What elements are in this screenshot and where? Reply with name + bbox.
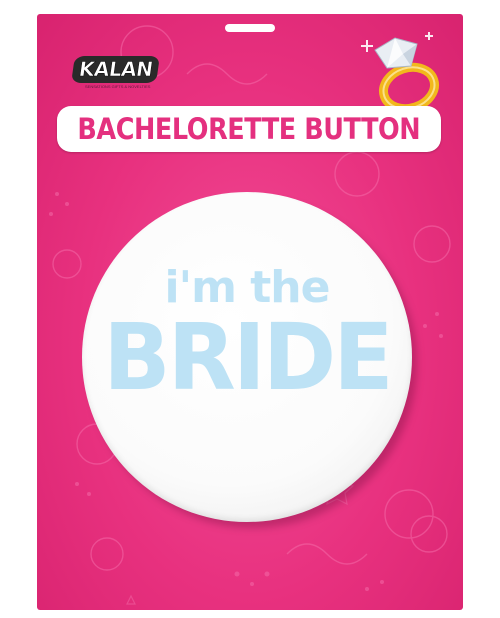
bride-badge: i'm the BRIDE <box>82 192 412 522</box>
diamond-ring-icon <box>361 32 439 114</box>
product-photo: KALAN SENSATIONS GIFTS & NOVELTIES BACHE… <box>0 0 500 618</box>
badge-line-2: BRIDE <box>103 304 393 411</box>
logo-tagline: SENSATIONS GIFTS & NOVELTIES <box>85 84 151 89</box>
title-plate: BACHELORETTE BUTTON <box>57 106 441 152</box>
product-title: BACHELORETTE BUTTON <box>77 112 421 146</box>
packaging-card: KALAN SENSATIONS GIFTS & NOVELTIES BACHE… <box>37 14 463 610</box>
logo-wordmark: KALAN <box>71 56 161 83</box>
kalan-logo: KALAN SENSATIONS GIFTS & NOVELTIES <box>71 56 161 89</box>
